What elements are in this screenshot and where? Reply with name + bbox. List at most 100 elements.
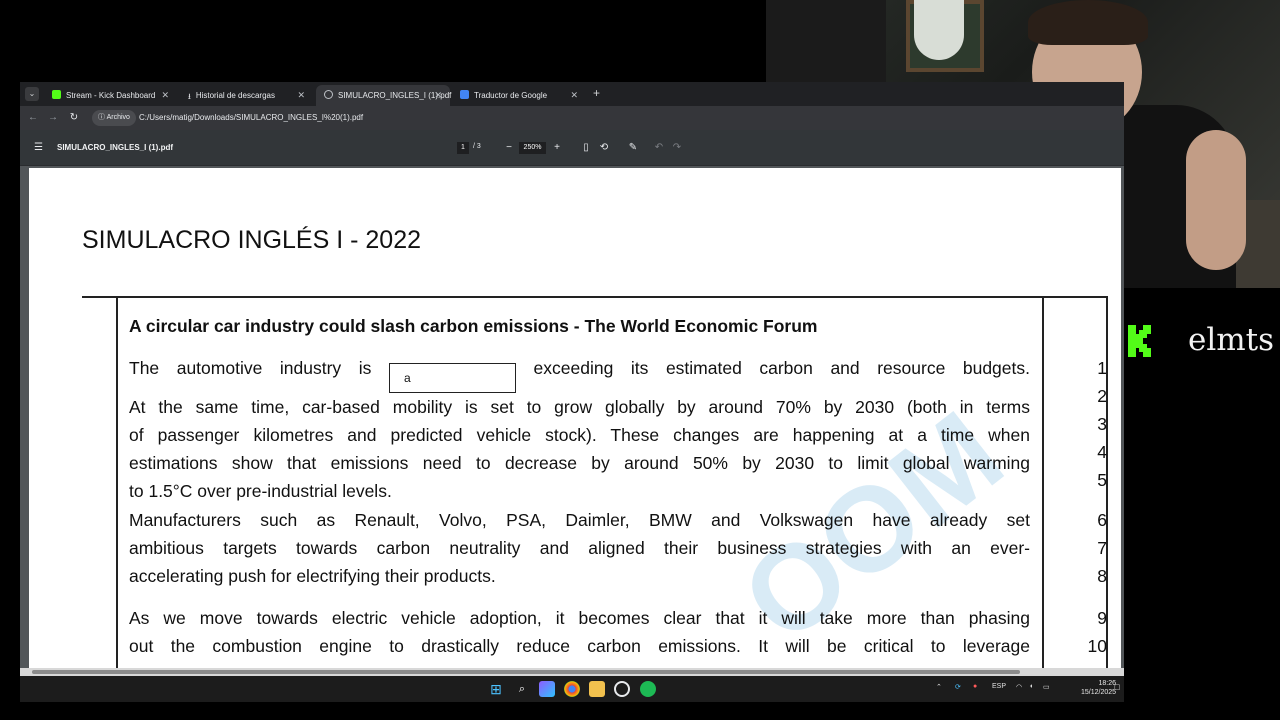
tab-label: Stream - Kick Dashboard — [66, 91, 156, 100]
table-left-border — [116, 297, 118, 676]
tab-label: Historial de descargas — [195, 91, 275, 100]
pdf-filename: SIMULACRO_INGLES_I (1).pdf — [57, 143, 174, 152]
wifi-icon[interactable]: ◠ — [1016, 683, 1022, 691]
file-explorer-icon[interactable] — [589, 681, 605, 697]
page-number-input[interactable]: 1 — [457, 142, 469, 154]
close-icon[interactable]: ✕ — [161, 85, 169, 106]
copilot-icon[interactable] — [539, 681, 555, 697]
volume-icon[interactable]: ◖ — [1029, 683, 1033, 690]
tab-download-history[interactable]: ⭳ Historial de descargas ✕ — [180, 85, 313, 106]
helmet — [914, 0, 964, 60]
rotate-icon[interactable]: ⟲ — [597, 141, 611, 155]
close-icon[interactable]: ✕ — [297, 85, 305, 106]
new-tab-button[interactable]: + — [593, 86, 600, 100]
download-icon: ⭳ — [188, 92, 191, 101]
pdf-toolbar: ☰ SIMULACRO_INGLES_I (1).pdf 1 / 3 − 250… — [20, 130, 1124, 166]
text-line: The automotive industry is a exceeding i… — [129, 354, 1030, 393]
kick-icon — [52, 90, 61, 99]
tab-google-translate[interactable]: Traductor de Google ✕ — [452, 85, 586, 106]
line-number: 1 — [1097, 358, 1107, 378]
app-icon[interactable] — [614, 681, 630, 697]
text-segment: The automotive industry is — [129, 358, 372, 378]
search-icon[interactable]: ⌕ — [514, 681, 530, 697]
line-number: 3 — [1097, 414, 1107, 434]
line-numbers-3: 9 10 — [1077, 604, 1107, 660]
language-indicator[interactable]: ESP — [992, 683, 1006, 690]
horizontal-scrollbar[interactable] — [20, 668, 1124, 676]
pdf-viewport[interactable]: SIMULACRO INGLÉS I - 2022 OOM A circular… — [20, 166, 1124, 676]
tab-bar: ⌄ Stream - Kick Dashboard ✕ ⭳ Historial d… — [20, 82, 1124, 106]
text-line: As we move towards electric vehicle adop… — [129, 608, 1030, 628]
line-number: 5 — [1097, 470, 1107, 490]
back-icon[interactable]: ← — [26, 110, 40, 126]
scrollbar-thumb[interactable] — [32, 670, 1020, 674]
paragraph-1: The automotive industry is a exceeding i… — [129, 354, 1030, 505]
line-numbers-1: 1 2 3 4 5 — [1077, 354, 1107, 494]
line-number: 9 — [1097, 608, 1107, 628]
time: 18:26 — [1098, 680, 1117, 687]
taskbar: ⊞ ⌕ ⌃ ⟳ ● ESP ◠ ◖ ▭ 18:26 15/12/2025 ▢ — [20, 676, 1124, 702]
text-line: to 1.5°C over pre-industrial levels. — [129, 481, 392, 501]
translate-icon — [460, 90, 469, 99]
battery-icon[interactable]: ▭ — [1043, 683, 1050, 691]
line-numbers-2: 6 7 8 — [1077, 506, 1107, 590]
file-chip[interactable]: ⓘ Archivo — [92, 110, 136, 126]
text-segment: exceeding its estimated carbon and resou… — [533, 358, 1030, 378]
microphone-icon[interactable]: ● — [973, 683, 977, 690]
answer-blank[interactable]: a — [388, 363, 516, 393]
clock[interactable]: 18:26 15/12/2025 — [1081, 679, 1116, 697]
close-icon[interactable]: ✕ — [434, 85, 442, 106]
file-chip-label: Archivo — [106, 114, 130, 121]
globe-icon — [324, 90, 333, 99]
person-arm — [1186, 130, 1246, 270]
menu-icon[interactable]: ☰ — [34, 142, 43, 153]
text-line: estimations show that emissions need to … — [129, 453, 1030, 473]
text-line: out the combustion engine to drastically… — [129, 636, 1030, 656]
text-line: Manufacturers such as Renault, Volvo, PS… — [129, 510, 1030, 530]
text-line: of passenger kilometres and predicted ve… — [129, 425, 1030, 445]
streamer-name: elmts — [1188, 322, 1275, 358]
undo-icon[interactable]: ↶ — [652, 141, 666, 155]
zoom-input[interactable]: 250% — [519, 142, 546, 154]
url-field[interactable]: C:/Users/matig/Downloads/SIMULACRO_INGLE… — [139, 110, 363, 126]
forward-icon[interactable]: → — [46, 110, 60, 126]
line-number: 6 — [1097, 510, 1107, 530]
annotate-icon[interactable]: ✎ — [626, 141, 640, 155]
screen: elmts ⌄ Stream - Kick Dashboard ✕ ⭳ Histo… — [0, 0, 1280, 720]
zoom-out-icon[interactable]: − — [502, 141, 516, 155]
person-hair — [1028, 0, 1148, 45]
table-divider — [1042, 297, 1044, 676]
table-top-border — [82, 296, 1108, 298]
pdf-page: SIMULACRO INGLÉS I - 2022 OOM A circular… — [29, 168, 1121, 676]
address-bar: ← → ↻ ⓘ Archivo C:/Users/matig/Downloads… — [20, 106, 1124, 130]
zoom-in-icon[interactable]: + — [550, 141, 564, 155]
document-title: SIMULACRO INGLÉS I - 2022 — [82, 226, 422, 254]
windows-start-icon[interactable]: ⊞ — [488, 681, 504, 697]
notification-icon[interactable]: ▢ — [1114, 683, 1121, 691]
redo-icon[interactable]: ↷ — [670, 141, 684, 155]
spotify-icon[interactable] — [640, 681, 656, 697]
page-total: / 3 — [473, 143, 481, 150]
date: 15/12/2025 — [1081, 689, 1117, 696]
info-icon: ⓘ — [98, 114, 107, 121]
line-number: 8 — [1097, 566, 1107, 586]
paragraph-2: Manufacturers such as Renault, Volvo, PS… — [129, 506, 1030, 590]
tab-search-button[interactable]: ⌄ — [25, 87, 39, 101]
tab-kick-dashboard[interactable]: Stream - Kick Dashboard ✕ — [44, 85, 177, 106]
text-line: At the same time, car-based mobility is … — [129, 397, 1030, 417]
text-line: accelerating push for electrifying their… — [129, 566, 496, 586]
line-number: 10 — [1087, 636, 1107, 656]
chrome-icon[interactable] — [564, 681, 580, 697]
article-title: A circular car industry could slash carb… — [129, 316, 818, 336]
kick-logo-icon — [1128, 325, 1151, 357]
text-line: ambitious targets towards carbon neutral… — [129, 538, 1030, 558]
chevron-up-icon[interactable]: ⌃ — [936, 683, 942, 691]
close-icon[interactable]: ✕ — [570, 85, 578, 106]
line-number: 7 — [1097, 538, 1107, 558]
tab-pdf[interactable]: SIMULACRO_INGLES_I (1).pdf ✕ — [316, 85, 451, 106]
paragraph-3: As we move towards electric vehicle adop… — [129, 604, 1030, 660]
sync-icon[interactable]: ⟳ — [955, 683, 961, 691]
browser-window: ⌄ Stream - Kick Dashboard ✕ ⭳ Historial d… — [20, 82, 1124, 676]
reload-icon[interactable]: ↻ — [67, 110, 81, 126]
fit-page-icon[interactable]: ▯ — [579, 141, 593, 155]
